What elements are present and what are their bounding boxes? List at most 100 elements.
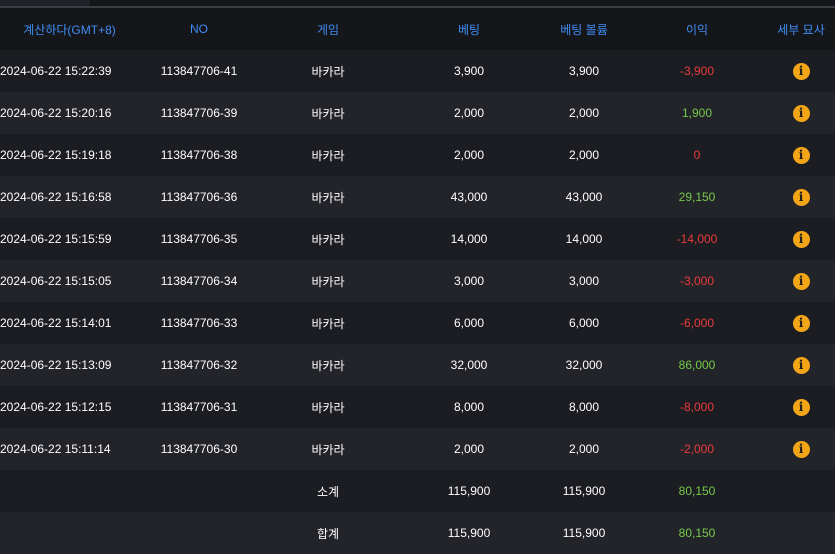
cell-profit: -8,000	[627, 386, 767, 428]
cell-bet: 3,000	[397, 260, 541, 302]
subtotal-profit: 80,150	[627, 470, 767, 512]
cell-detail: i	[767, 386, 835, 428]
cell-bet: 43,000	[397, 176, 541, 218]
cell-game: 바카라	[259, 134, 397, 176]
cell-volume: 2,000	[541, 428, 627, 470]
total-empty-2	[139, 512, 259, 554]
subtotal-row: 소계 115,900 115,900 80,150	[0, 470, 835, 512]
cell-no: 113847706-36	[139, 176, 259, 218]
subtotal-bet: 115,900	[397, 470, 541, 512]
cell-game: 바카라	[259, 218, 397, 260]
table-row: 2024-06-22 15:20:16 113847706-39 바카라 2,000 2…	[0, 92, 835, 134]
info-icon[interactable]: i	[792, 272, 810, 290]
cell-bet: 8,000	[397, 386, 541, 428]
cell-time: 2024-06-22 15:22:39	[0, 50, 139, 92]
cell-time: 2024-06-22 15:20:16	[0, 92, 139, 134]
cell-profit: -6,000	[627, 302, 767, 344]
cell-game: 바카라	[259, 176, 397, 218]
info-icon[interactable]: i	[792, 440, 810, 458]
table-row: 2024-06-22 15:16:58 113847706-36 바카라 43,000…	[0, 176, 835, 218]
cell-detail: i	[767, 344, 835, 386]
cell-game: 바카라	[259, 428, 397, 470]
cell-time: 2024-06-22 15:15:59	[0, 218, 139, 260]
info-icon[interactable]: i	[792, 230, 810, 248]
info-icon[interactable]: i	[792, 398, 810, 416]
header-profit: 이익	[685, 22, 709, 37]
cell-bet: 2,000	[397, 428, 541, 470]
cell-profit: 29,150	[627, 176, 767, 218]
cell-profit: 0	[627, 134, 767, 176]
cell-volume: 8,000	[541, 386, 627, 428]
cell-time: 2024-06-22 15:12:15	[0, 386, 139, 428]
cell-bet: 32,000	[397, 344, 541, 386]
cell-bet: 2,000	[397, 134, 541, 176]
info-icon[interactable]: i	[792, 188, 810, 206]
table-row: 2024-06-22 15:19:18 113847706-38 바카라 2,000 2…	[0, 134, 835, 176]
cell-no: 113847706-38	[139, 134, 259, 176]
total-volume: 115,900	[541, 512, 627, 554]
cell-detail: i	[767, 302, 835, 344]
cell-volume: 3,900	[541, 50, 627, 92]
table-row: 2024-06-22 15:14:01 113847706-33 바카라 6,000 6…	[0, 302, 835, 344]
info-icon[interactable]: i	[792, 356, 810, 374]
cell-volume: 14,000	[541, 218, 627, 260]
cell-detail: i	[767, 428, 835, 470]
header-game: 게임	[316, 22, 340, 37]
total-row: 합계 115,900 115,900 80,150	[0, 512, 835, 554]
cell-volume: 3,000	[541, 260, 627, 302]
cell-profit: -3,900	[627, 50, 767, 92]
info-icon[interactable]: i	[792, 146, 810, 164]
cell-profit: 1,900	[627, 92, 767, 134]
cell-game: 바카라	[259, 302, 397, 344]
cell-game: 바카라	[259, 386, 397, 428]
cell-no: 113847706-41	[139, 50, 259, 92]
cell-bet: 14,000	[397, 218, 541, 260]
cell-bet: 2,000	[397, 92, 541, 134]
subtotal-empty-2	[139, 470, 259, 512]
cell-no: 113847706-31	[139, 386, 259, 428]
cell-game: 바카라	[259, 50, 397, 92]
header-volume: 베팅 볼륨	[560, 22, 608, 37]
total-empty-1	[0, 512, 139, 554]
table-row: 2024-06-22 15:15:59 113847706-35 바카라 14,000…	[0, 218, 835, 260]
total-bet: 115,900	[397, 512, 541, 554]
cell-detail: i	[767, 260, 835, 302]
cell-no: 113847706-34	[139, 260, 259, 302]
cell-detail: i	[767, 92, 835, 134]
cell-detail: i	[767, 176, 835, 218]
table-row: 2024-06-22 15:11:14 113847706-30 바카라 2,000 2…	[0, 428, 835, 470]
subtotal-volume: 115,900	[541, 470, 627, 512]
cell-time: 2024-06-22 15:14:01	[0, 302, 139, 344]
cell-volume: 6,000	[541, 302, 627, 344]
cell-game: 바카라	[259, 260, 397, 302]
info-icon[interactable]: i	[792, 314, 810, 332]
cell-bet: 3,900	[397, 50, 541, 92]
cell-game: 바카라	[259, 92, 397, 134]
total-empty-3	[767, 512, 835, 554]
table-row: 2024-06-22 15:15:05 113847706-34 바카라 3,000 3…	[0, 260, 835, 302]
subtotal-label: 소계	[259, 470, 397, 512]
cell-game: 바카라	[259, 344, 397, 386]
cell-no: 113847706-32	[139, 344, 259, 386]
header-time: 계산하다(GMT+8)	[23, 22, 116, 37]
total-profit: 80,150	[627, 512, 767, 554]
cell-no: 113847706-33	[139, 302, 259, 344]
table-row: 2024-06-22 15:12:15 113847706-31 바카라 8,000 8…	[0, 386, 835, 428]
cell-time: 2024-06-22 15:13:09	[0, 344, 139, 386]
header-no: NO	[190, 22, 208, 36]
tab-stub	[0, 0, 90, 6]
cell-no: 113847706-30	[139, 428, 259, 470]
cell-volume: 2,000	[541, 134, 627, 176]
cell-volume: 32,000	[541, 344, 627, 386]
header-detail: 세부 묘사	[777, 22, 825, 37]
cell-profit: 86,000	[627, 344, 767, 386]
info-icon[interactable]: i	[792, 104, 810, 122]
cell-volume: 43,000	[541, 176, 627, 218]
cell-time: 2024-06-22 15:11:14	[0, 428, 139, 470]
cell-profit: -3,000	[627, 260, 767, 302]
bet-history-table: 계산하다(GMT+8) NO 게임 베팅 베팅 볼륨 이익 세부 묘사 2024…	[0, 8, 835, 554]
cell-profit: -14,000	[627, 218, 767, 260]
info-icon[interactable]: i	[792, 62, 810, 80]
cell-no: 113847706-35	[139, 218, 259, 260]
cell-time: 2024-06-22 15:15:05	[0, 260, 139, 302]
